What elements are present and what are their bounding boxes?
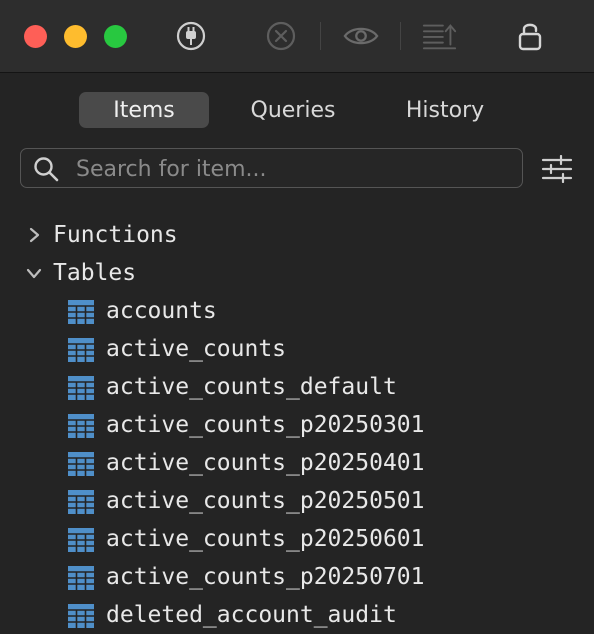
table-name: active_counts_p20250601 xyxy=(106,526,425,552)
chevron-down-icon[interactable] xyxy=(25,264,43,282)
search-icon xyxy=(33,156,59,186)
title-bar xyxy=(0,0,594,73)
table-icon xyxy=(68,338,94,362)
tree-group-label: Tables xyxy=(53,260,137,286)
tab-label: Items xyxy=(113,97,175,123)
table-icon xyxy=(68,528,94,552)
sliders-icon xyxy=(541,154,573,187)
search-box xyxy=(20,148,523,188)
toolbar-divider xyxy=(400,22,401,50)
table-row[interactable]: active_counts_p20250501 xyxy=(0,482,594,520)
table-icon xyxy=(68,300,94,324)
table-name: active_counts_p20250701 xyxy=(106,564,425,590)
chevron-right-icon[interactable] xyxy=(25,226,43,244)
table-row[interactable]: active_counts xyxy=(0,330,594,368)
tab-items[interactable]: Items xyxy=(79,92,209,128)
table-name: accounts xyxy=(106,298,217,324)
close-window-button[interactable] xyxy=(24,25,47,48)
lock-icon[interactable] xyxy=(512,18,548,54)
sort-list-icon[interactable] xyxy=(422,18,458,54)
table-row[interactable]: active_counts_default xyxy=(0,368,594,406)
cancel-icon[interactable] xyxy=(263,18,299,54)
toolbar-divider xyxy=(320,22,321,50)
tab-label: Queries xyxy=(250,97,336,123)
table-row[interactable]: active_counts_p20250301 xyxy=(0,406,594,444)
table-row[interactable]: accounts xyxy=(0,292,594,330)
table-name: deleted_account_audit xyxy=(106,602,397,628)
table-name: active_counts xyxy=(106,336,287,362)
table-name: active_counts_p20250301 xyxy=(106,412,425,438)
search-input[interactable] xyxy=(74,153,518,185)
table-row[interactable]: active_counts_p20250401 xyxy=(0,444,594,482)
table-row[interactable]: deleted_account_audit xyxy=(0,596,594,634)
table-row[interactable]: active_counts_p20250601 xyxy=(0,520,594,558)
table-icon xyxy=(68,452,94,476)
table-icon xyxy=(68,566,94,590)
table-icon xyxy=(68,604,94,628)
connect-plug-icon[interactable] xyxy=(173,18,209,54)
zoom-window-button[interactable] xyxy=(104,25,127,48)
table-row[interactable]: active_counts_p20250701 xyxy=(0,558,594,596)
tree-group-functions[interactable]: Functions xyxy=(0,216,594,254)
table-name: active_counts_p20250501 xyxy=(106,488,425,514)
preview-eye-icon[interactable] xyxy=(343,18,379,54)
tab-queries[interactable]: Queries xyxy=(228,92,358,128)
tree-group-label: Functions xyxy=(53,222,178,248)
filter-settings-button[interactable] xyxy=(541,154,573,184)
tab-label: History xyxy=(405,97,485,123)
table-icon xyxy=(68,376,94,400)
tab-history[interactable]: History xyxy=(380,92,510,128)
minimize-window-button[interactable] xyxy=(64,25,87,48)
table-name: active_counts_p20250401 xyxy=(106,450,425,476)
tree-group-tables[interactable]: Tables xyxy=(0,254,594,292)
table-icon xyxy=(68,490,94,514)
table-name: active_counts_default xyxy=(106,374,397,400)
table-icon xyxy=(68,414,94,438)
